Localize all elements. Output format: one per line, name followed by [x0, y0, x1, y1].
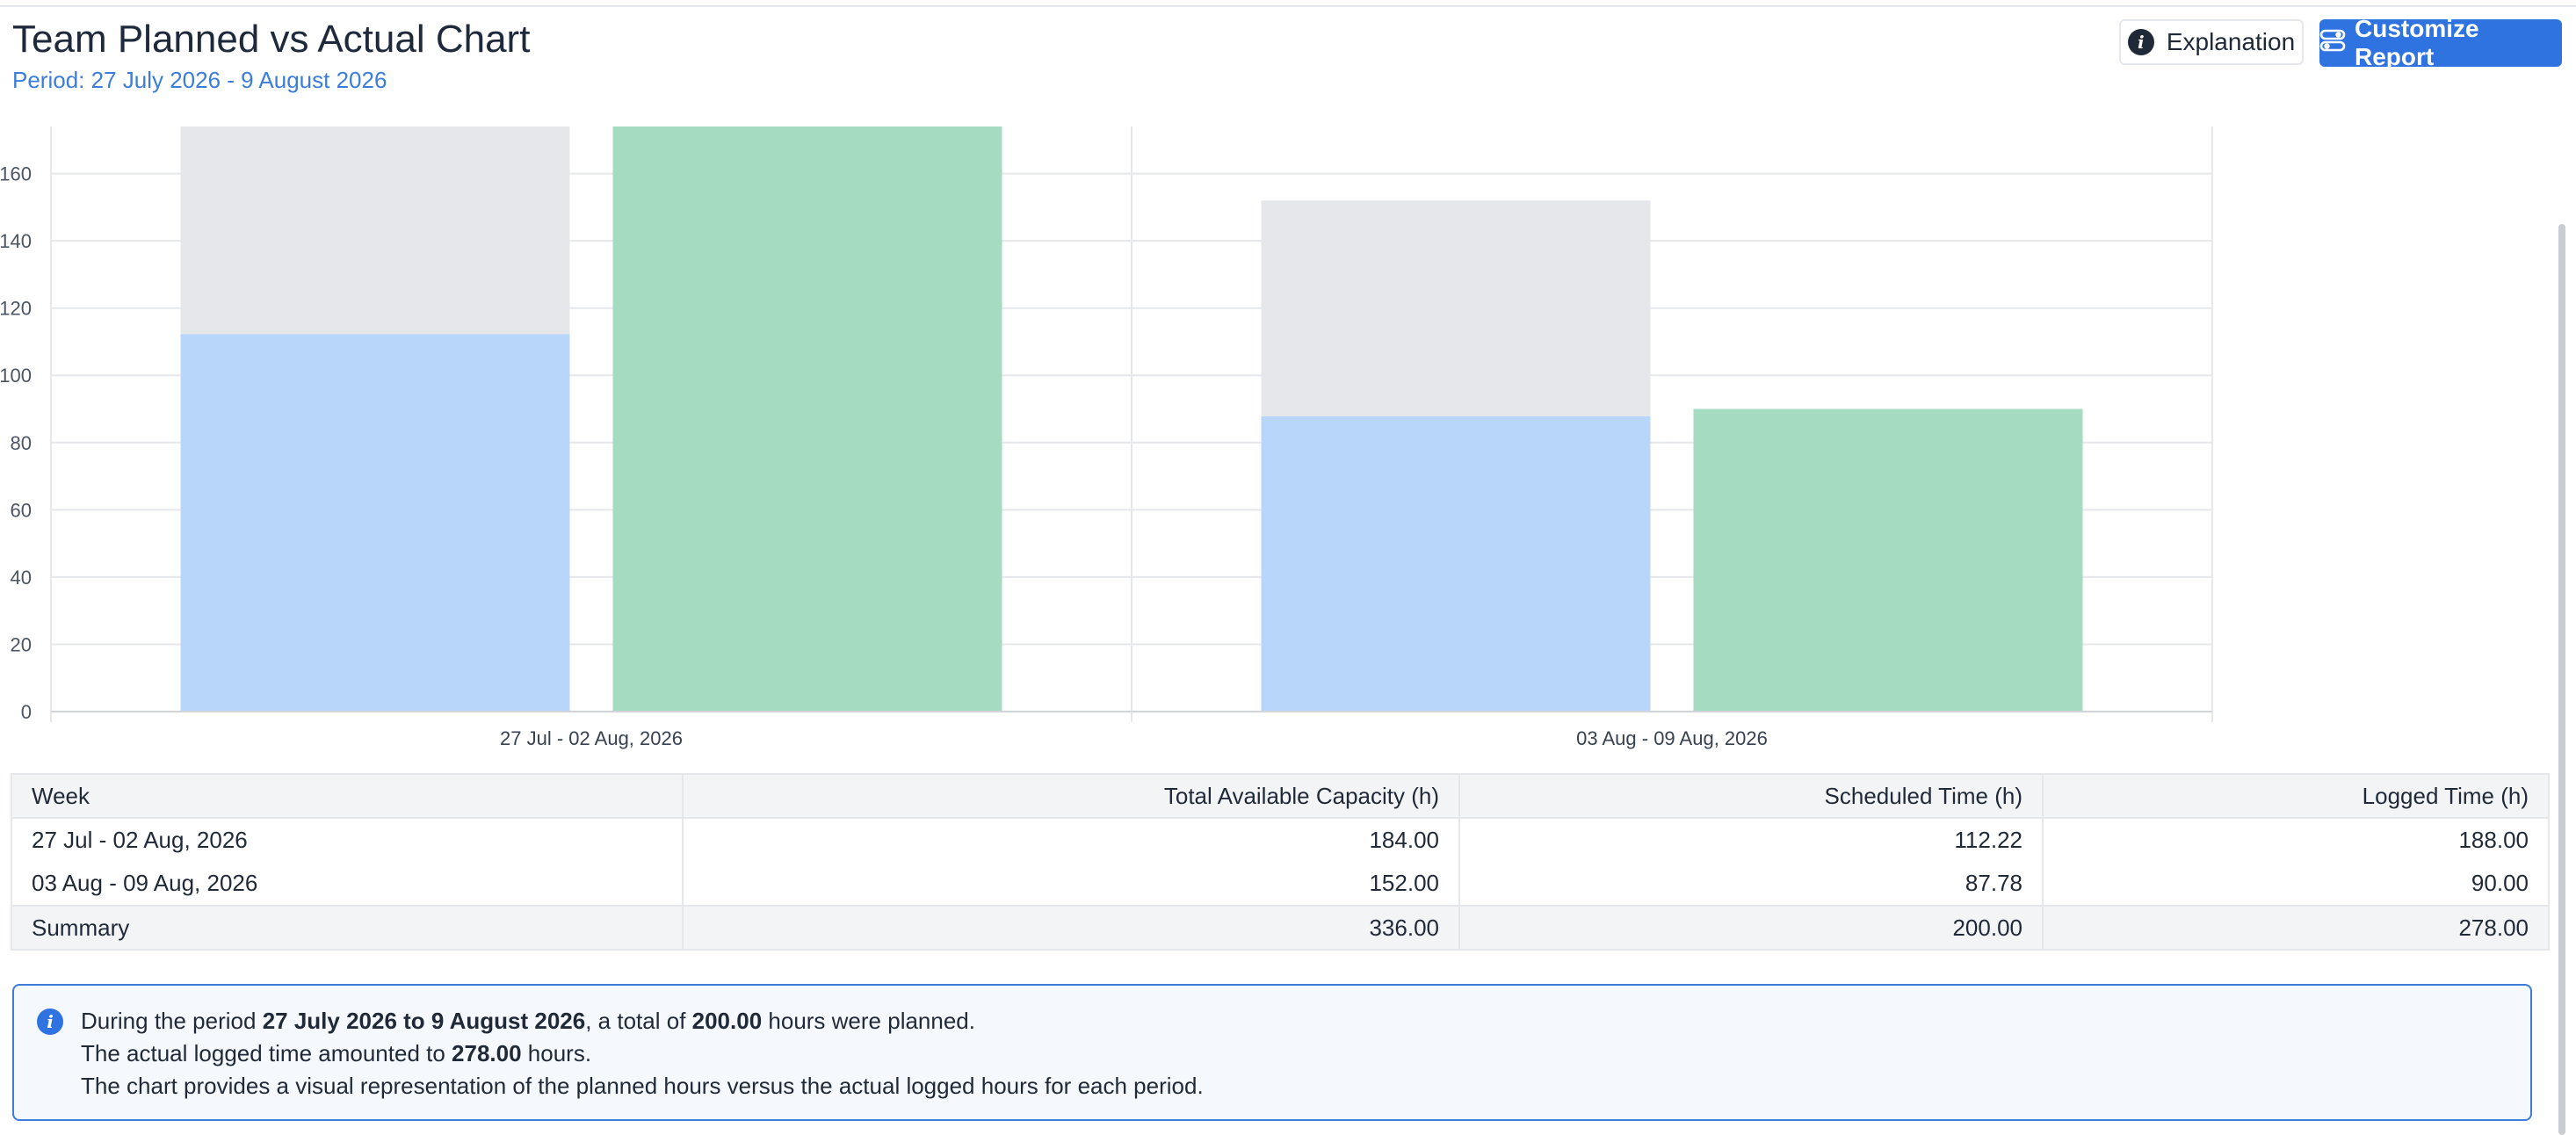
callout-period: 27 July 2026 to 9 August 2026 — [262, 1008, 586, 1034]
summary-table: Week Total Available Capacity (h) Schedu… — [11, 773, 2550, 951]
logged-bar — [612, 127, 1002, 712]
table-cell: 90.00 — [2042, 862, 2550, 906]
info-icon: i — [37, 1008, 63, 1035]
table-cell: 112.22 — [1458, 817, 2044, 862]
logged-bar — [1693, 408, 2083, 712]
period-label: Period: 27 July 2026 - 9 August 2026 — [12, 67, 387, 93]
summary-cell: Summary — [11, 905, 684, 951]
column-header-capacity: Total Available Capacity (h) — [682, 773, 1460, 819]
vertical-scrollbar[interactable] — [2558, 224, 2565, 1135]
column-header-scheduled: Scheduled Time (h) — [1458, 773, 2044, 819]
table-cell: 03 Aug - 09 Aug, 2026 — [11, 862, 684, 906]
planned-vs-actual-chart: 0 20 40 60 80 100 120 140 160 27 Jul - 02 Aug, 20… — [0, 127, 2213, 749]
table-cell: 152.00 — [682, 862, 1460, 906]
top-divider — [0, 0, 2576, 7]
x-tick-label: 27 Jul - 02 Aug, 2026 — [500, 727, 683, 749]
summary-cell: 336.00 — [682, 905, 1460, 951]
x-tick-label: 03 Aug - 09 Aug, 2026 — [1576, 727, 1768, 749]
y-tick-label: 160 — [0, 163, 32, 185]
sliders-icon — [2319, 27, 2346, 60]
page-title: Team Planned vs Actual Chart — [12, 18, 531, 61]
callout-logged-hours: 278.00 — [452, 1040, 522, 1066]
callout-planned-hours: 200.00 — [691, 1008, 763, 1034]
table-cell: 184.00 — [682, 817, 1460, 862]
callout-text: The actual logged time amounted to — [81, 1040, 452, 1066]
callout-line-1: During the period 27 July 2026 to 9 Augu… — [81, 1005, 2530, 1037]
y-tick-label: 40 — [11, 567, 32, 589]
table-row: 03 Aug - 09 Aug, 2026 152.00 87.78 90.00 — [11, 862, 2550, 906]
y-tick-label: 100 — [0, 365, 32, 387]
summary-cell: 200.00 — [1458, 905, 2044, 951]
explanation-button[interactable]: i Explanation — [2119, 19, 2304, 65]
info-callout: i During the period 27 July 2026 to 9 Au… — [12, 984, 2532, 1121]
callout-text: hours were planned. — [762, 1008, 975, 1034]
table-summary-row: Summary 336.00 200.00 278.00 — [11, 905, 2550, 951]
table-cell: 27 Jul - 02 Aug, 2026 — [11, 817, 684, 862]
y-tick-label: 20 — [11, 633, 32, 655]
table-cell: 87.78 — [1458, 862, 2044, 906]
y-tick-label: 60 — [11, 499, 32, 521]
y-tick-label: 120 — [0, 298, 32, 320]
y-tick-label: 140 — [0, 230, 32, 252]
column-header-logged: Logged Time (h) — [2042, 773, 2550, 819]
callout-text: hours. — [521, 1040, 592, 1066]
callout-line-2: The actual logged time amounted to 278.0… — [81, 1037, 2530, 1070]
customize-report-button[interactable]: Customize Report — [2319, 15, 2562, 70]
y-tick-label: 0 — [21, 701, 32, 723]
callout-text: During the period — [81, 1008, 263, 1034]
callout-line-3: The chart provides a visual representati… — [81, 1073, 1204, 1099]
y-tick-label: 80 — [11, 432, 32, 454]
scheduled-bar — [180, 334, 570, 712]
column-header-week: Week — [11, 773, 684, 819]
summary-cell: 278.00 — [2042, 905, 2550, 951]
table-header-row: Week Total Available Capacity (h) Schedu… — [11, 773, 2550, 819]
callout-text: , a total of — [585, 1008, 692, 1034]
table-cell: 188.00 — [2042, 817, 2550, 862]
info-icon: i — [2127, 29, 2154, 55]
customize-report-label: Customize Report — [2355, 15, 2479, 70]
scheduled-bar — [1261, 416, 1651, 712]
table-row: 27 Jul - 02 Aug, 2026 184.00 112.22 188.… — [11, 817, 2550, 862]
explanation-button-label: Explanation — [2166, 28, 2296, 55]
